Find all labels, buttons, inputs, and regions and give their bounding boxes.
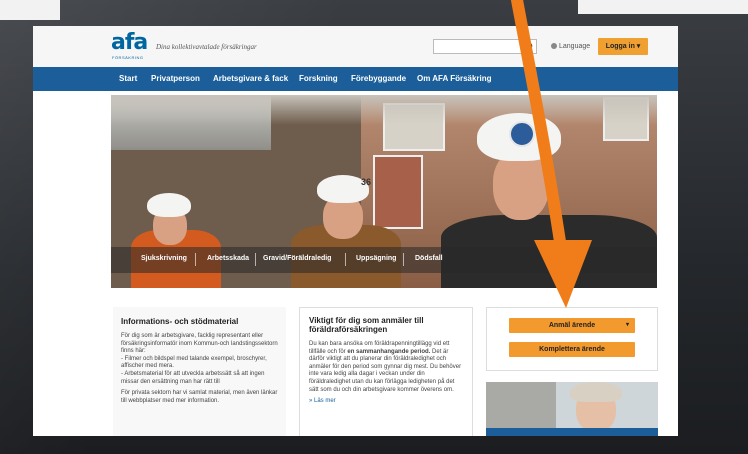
card-important: Viktigt för dig som anmäler till föräldr… — [299, 307, 473, 436]
complete-case-button[interactable]: Komplettera ärende — [509, 342, 635, 357]
people-photo — [486, 382, 658, 436]
card-important-title: Viktigt för dig som anmäler till föräldr… — [309, 316, 424, 334]
category-divider — [195, 253, 196, 266]
search-button[interactable]: Q — [523, 39, 537, 54]
report-case-label: Anmäl ärende — [548, 322, 596, 329]
category-arbetsskada[interactable]: Arbetsskada — [207, 255, 249, 262]
chevron-down-icon: ▾ — [625, 322, 629, 328]
helmet-emblem-icon — [509, 121, 535, 147]
afa-logo[interactable]: afa — [111, 32, 148, 54]
category-divider — [255, 253, 256, 266]
category-gravid[interactable]: Gravid/Föräldraledig — [263, 255, 331, 262]
category-dodsfall[interactable]: Dödsfall — [415, 255, 443, 262]
hero-ceiling — [111, 95, 657, 125]
card-info-list-item: - Arbetsmaterial för att utveckla arbets… — [121, 370, 265, 385]
worker-helmet — [147, 193, 191, 217]
photo-caption-bar — [486, 428, 658, 436]
search-input[interactable] — [433, 39, 523, 54]
card-info-text: För privata sektorn har vi samlat materi… — [121, 390, 278, 404]
category-divider — [403, 253, 404, 266]
category-sjukskrivning[interactable]: Sjukskrivning — [141, 255, 187, 262]
nav-item-arbetsgivare[interactable]: Arbetsgivare & fack — [213, 67, 288, 91]
report-case-button[interactable]: Anmäl ärende ▾ — [509, 318, 635, 333]
card-important-text: Du kan bara ansöka om föräldrapenningtil… — [309, 341, 463, 394]
helmet-number: 36 — [361, 177, 372, 187]
site-header: afa FÖRSÄKRING Dina kollektivavtalade fö… — [33, 26, 678, 67]
photo-person-hair — [570, 382, 622, 402]
hero-image: 36 Sjukskrivning Arbetsskada Gravid/Förä… — [111, 95, 657, 288]
nav-item-privatperson[interactable]: Privatperson — [151, 67, 200, 91]
login-button[interactable]: Logga in ▾ — [598, 38, 648, 55]
hero-door — [373, 155, 423, 229]
nav-item-om-afa[interactable]: Om AFA Försäkring — [417, 67, 492, 91]
card-info-text: För dig som är arbetsgivare, facklig rep… — [121, 333, 278, 355]
nav-item-forebyggande[interactable]: Förebyggande — [351, 67, 406, 91]
main-nav: Start Privatperson Arbetsgivare & fack F… — [33, 67, 678, 91]
nav-item-forskning[interactable]: Forskning — [299, 67, 338, 91]
card-info-material: Informations- och stödmaterial För dig s… — [113, 307, 286, 436]
background-corner — [0, 0, 60, 20]
card-info-list-item: - Filmer och bildspel med talande exempe… — [121, 355, 267, 370]
category-bar: Sjukskrivning Arbetsskada Gravid/Föräldr… — [111, 247, 657, 273]
category-divider — [345, 253, 346, 266]
card-actions: Anmäl ärende ▾ Komplettera ärende — [486, 307, 658, 371]
background-corner — [578, 0, 748, 14]
logo-subtitle: FÖRSÄKRING — [112, 55, 144, 60]
text-emphasis: en sammanhangande period. — [347, 348, 431, 355]
category-uppsagning[interactable]: Uppsägning — [356, 255, 396, 262]
tagline: Dina kollektivavtalade försäkringar — [156, 43, 257, 51]
globe-icon — [551, 43, 557, 49]
card-info-title: Informations- och stödmaterial — [121, 317, 239, 326]
language-label: Language — [559, 43, 591, 50]
text-part: Det är därför viktigt att du planerar di… — [309, 348, 462, 393]
browser-screen: afa FÖRSÄKRING Dina kollektivavtalade fö… — [33, 26, 678, 436]
read-more-link[interactable]: » Läs mer — [309, 398, 463, 406]
language-selector[interactable]: Language — [551, 43, 590, 50]
nav-item-start[interactable]: Start — [119, 67, 137, 91]
